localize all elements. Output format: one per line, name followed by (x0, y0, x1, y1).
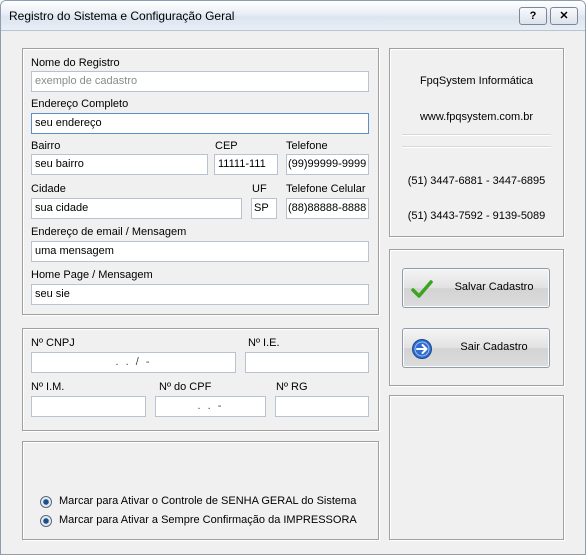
im-input[interactable] (31, 396, 146, 417)
cpf-label: Nº do CPF (159, 381, 212, 393)
cidade-input[interactable]: sua cidade (31, 198, 242, 219)
help-button[interactable]: ? (519, 7, 547, 25)
nome-label: Nome do Registro (31, 57, 120, 69)
uf-label: UF (252, 183, 267, 195)
empty-panel (389, 395, 564, 540)
rg-input[interactable] (275, 396, 369, 417)
telefone-input[interactable]: (99)99999-9999 (286, 154, 369, 175)
salvar-cadastro-label: Salvar Cadastro (454, 281, 534, 293)
email-input[interactable]: uma mensagem (31, 241, 369, 262)
endereco-label: Endereço Completo (31, 98, 129, 110)
documentos-panel: Nº CNPJ . . / - Nº I.E. Nº I.M. Nº do CP… (22, 328, 379, 431)
info-divider (402, 146, 551, 148)
salvar-cadastro-button[interactable]: Salvar Cadastro (402, 268, 550, 308)
senha-radio[interactable] (40, 496, 52, 508)
telefone-label: Telefone (286, 140, 328, 152)
email-label: Endereço de email / Mensagem (31, 226, 187, 238)
title-bar[interactable]: Registro do Sistema e Configuração Geral… (1, 1, 585, 31)
cpf-input[interactable]: . . - (155, 396, 266, 417)
sair-cadastro-label: Sair Cadastro (460, 341, 528, 353)
registro-window: Registro do Sistema e Configuração Geral… (0, 0, 586, 555)
celular-label: Telefone Celular (286, 183, 366, 195)
impressora-radio[interactable] (40, 515, 52, 527)
impressora-option-label: Marcar para Ativar a Sempre Confirmação … (59, 514, 357, 526)
uf-input[interactable]: SP (251, 198, 277, 219)
company-website: www.fpqsystem.com.br (419, 111, 534, 123)
company-name: FpqSystem Informática (419, 75, 534, 87)
info-panel: FpqSystem Informática www.fpqsystem.com.… (389, 48, 564, 237)
actions-panel: Salvar Cadastro Sair Cadastro (389, 249, 564, 386)
opcoes-panel: Marcar para Ativar o Controle de SENHA G… (22, 441, 379, 540)
bairro-input[interactable]: seu bairro (31, 154, 208, 175)
celular-input[interactable]: (88)88888-8888 (286, 198, 369, 219)
checkmark-icon (411, 280, 433, 298)
rg-label: Nº RG (276, 381, 308, 393)
company-phones-2: (51) 3443-7592 - 9139-5089 (407, 210, 546, 222)
window-title: Registro do Sistema e Configuração Geral (9, 9, 235, 23)
cidade-label: Cidade (31, 183, 66, 195)
close-button[interactable]: ✕ (550, 7, 578, 25)
sair-cadastro-button[interactable]: Sair Cadastro (402, 328, 550, 368)
ie-input[interactable] (245, 352, 369, 373)
im-label: Nº I.M. (31, 381, 65, 393)
homepage-label: Home Page / Mensagem (31, 269, 153, 281)
cep-input[interactable]: 11111-111 (214, 154, 278, 175)
registro-panel: Nome do Registro exemplo de cadastro End… (22, 48, 379, 315)
bairro-label: Bairro (31, 140, 61, 152)
cep-label: CEP (215, 140, 238, 152)
senha-option-label: Marcar para Ativar o Controle de SENHA G… (59, 495, 357, 507)
cnpj-input[interactable]: . . / - (31, 352, 236, 373)
arrow-right-circle-icon (412, 339, 432, 359)
cnpj-label: Nº CNPJ (31, 337, 75, 349)
nome-input[interactable]: exemplo de cadastro (31, 71, 369, 92)
info-divider (402, 134, 551, 136)
company-phones-1: (51) 3447-6881 - 3447-6895 (407, 175, 546, 187)
homepage-input[interactable]: seu sie (31, 284, 369, 305)
endereco-input[interactable]: seu endereço (31, 113, 369, 134)
ie-label: Nº I.E. (248, 337, 280, 349)
